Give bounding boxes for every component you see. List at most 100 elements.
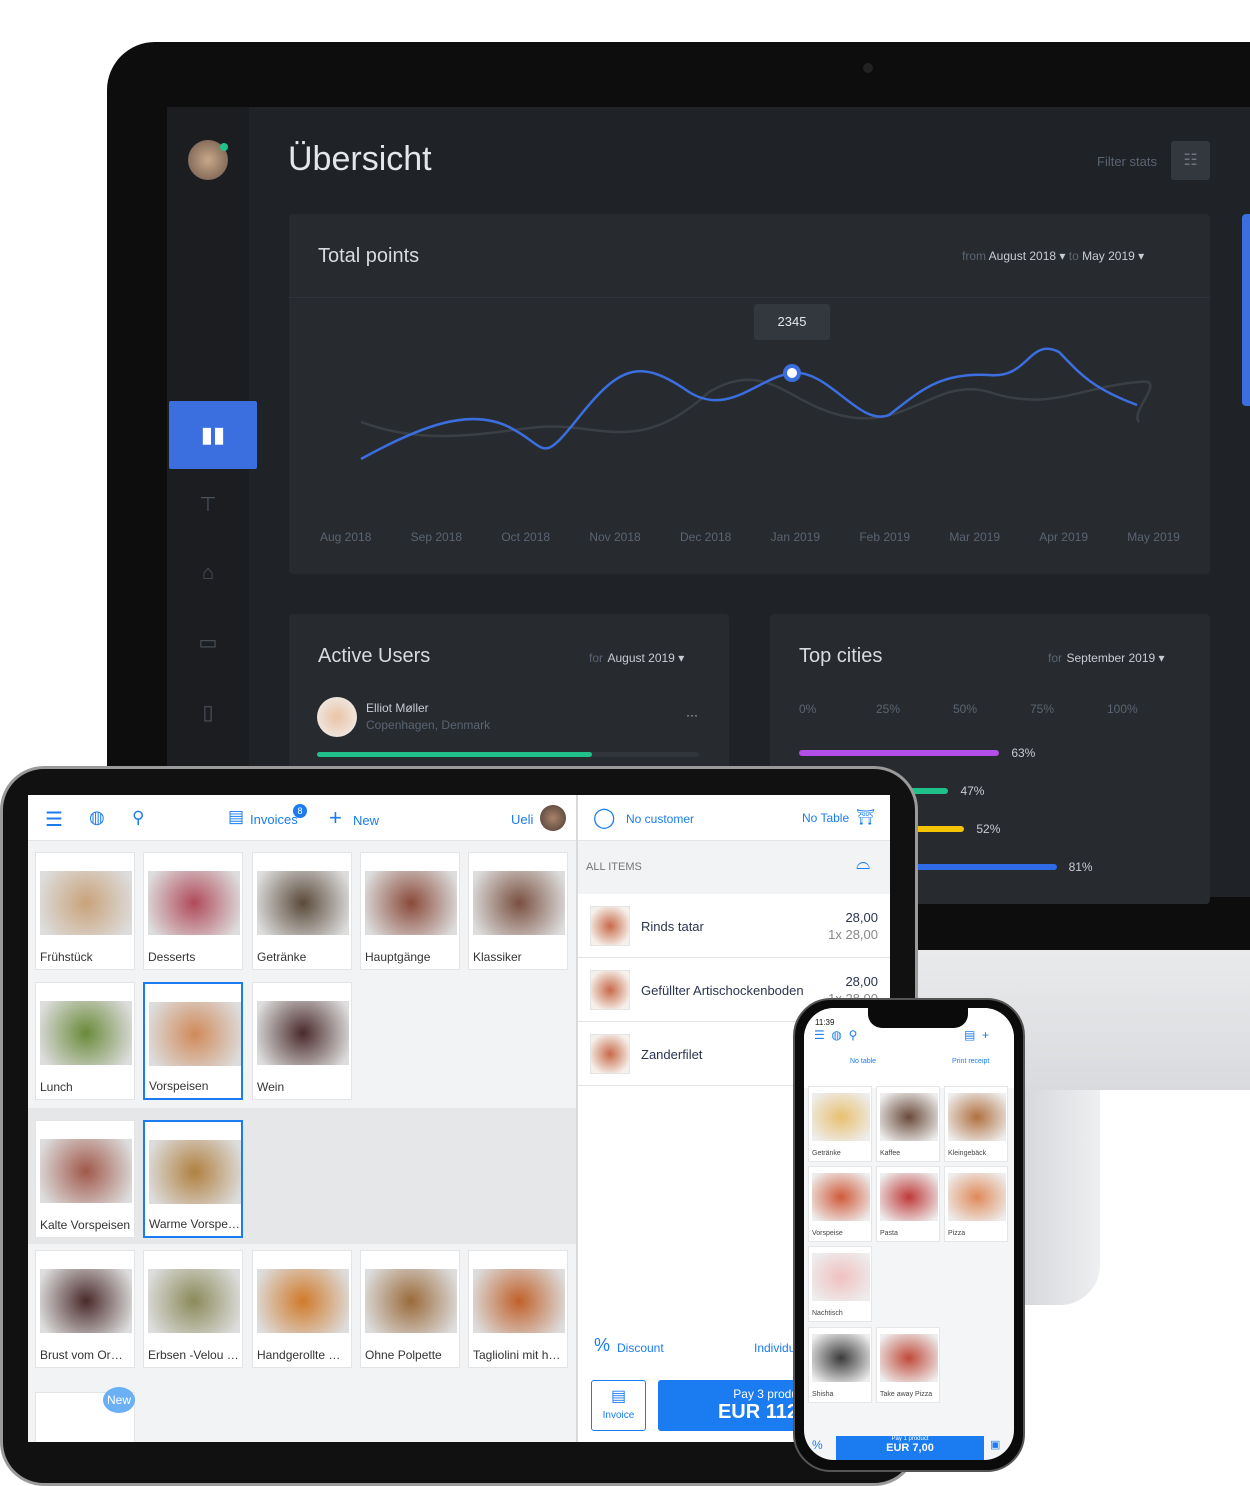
invoices-button[interactable]: Invoices bbox=[250, 812, 298, 827]
nav-signpost-icon[interactable]: ⊤ bbox=[167, 492, 249, 517]
category-tile[interactable]: Handgerollte Or… bbox=[252, 1250, 352, 1368]
category-image bbox=[473, 871, 565, 935]
period-value[interactable]: September 2019 bbox=[1066, 651, 1155, 665]
category-image bbox=[473, 1269, 565, 1333]
invoice-button[interactable]: ▤ Invoice bbox=[591, 1380, 646, 1431]
category-label: Ohne Polpette bbox=[365, 1348, 442, 1362]
category-tile[interactable]: Vorspeisen bbox=[143, 982, 243, 1100]
drawer-icon[interactable]: ▣ bbox=[990, 1438, 1000, 1451]
category-tile[interactable]: Klassiker bbox=[468, 852, 568, 970]
category-label: Pasta bbox=[880, 1230, 898, 1237]
city-axis-tick: 50% bbox=[953, 702, 978, 716]
for-label: for bbox=[1048, 651, 1063, 665]
category-tile[interactable]: Kaffee bbox=[876, 1086, 940, 1162]
customer-icon[interactable]: ◯ bbox=[593, 805, 615, 830]
pay-button[interactable]: Pay 1 product EUR 7,00 bbox=[836, 1436, 984, 1460]
plus-icon[interactable]: + bbox=[329, 805, 342, 831]
category-tile[interactable]: Getränke bbox=[808, 1086, 872, 1162]
category-tile[interactable]: Nachtisch bbox=[808, 1246, 872, 1322]
new-button[interactable]: New bbox=[353, 813, 379, 828]
x-tick-label: Sep 2018 bbox=[410, 530, 463, 544]
category-tile[interactable]: Lunch bbox=[35, 982, 135, 1100]
series-primary-line bbox=[360, 347, 1138, 461]
category-label: Erbsen -Velou t… bbox=[148, 1348, 240, 1362]
date-range-filter[interactable]: from August 2018 ▾ to May 2019 ▾ bbox=[962, 249, 1144, 263]
receipt-icon: ▤ bbox=[610, 1388, 627, 1405]
discount-button[interactable]: Discount bbox=[617, 1341, 664, 1355]
no-customer-button[interactable]: No customer bbox=[626, 812, 694, 826]
nav-document-icon[interactable]: ▯ bbox=[167, 700, 249, 725]
category-tile[interactable]: Kalte Vorspeisen bbox=[35, 1120, 135, 1238]
to-value[interactable]: May 2019 bbox=[1082, 249, 1135, 263]
category-tile[interactable]: Getränke bbox=[252, 852, 352, 970]
category-image bbox=[40, 1139, 132, 1203]
search-icon[interactable]: ⚲ bbox=[132, 808, 144, 828]
more-icon[interactable]: ··· bbox=[686, 708, 698, 722]
status-time: 11:39 bbox=[815, 1018, 835, 1027]
category-image bbox=[257, 1269, 349, 1333]
no-table-button[interactable]: No Table bbox=[802, 811, 849, 825]
item-total: 28,00 bbox=[845, 910, 878, 925]
user-location: Copenhagen, Denmark bbox=[366, 718, 491, 732]
barcode-icon[interactable]: ◍ bbox=[89, 807, 105, 828]
nav-basket-icon[interactable]: ⌂ bbox=[167, 562, 249, 585]
user-avatar[interactable] bbox=[540, 805, 566, 831]
item-quantity: 1x 28,00 bbox=[828, 927, 878, 942]
iphone-screen: 11:39 ☰ ◍ ⚲ ▤ + No table Print receipt G… bbox=[804, 1008, 1014, 1460]
invoices-badge: 8 bbox=[293, 804, 307, 818]
filter-icon[interactable]: ☷ bbox=[1171, 141, 1210, 180]
user-name: Elliot Møller bbox=[366, 701, 429, 715]
category-tile[interactable]: Pizza bbox=[944, 1166, 1008, 1242]
top-cities-period[interactable]: for September 2019 ▾ bbox=[1048, 649, 1165, 667]
category-tile[interactable]: Tagliolini mit ha… bbox=[468, 1250, 568, 1368]
receipt-icon[interactable]: ▤ bbox=[228, 807, 244, 827]
category-tile[interactable]: Desserts bbox=[143, 852, 243, 970]
category-tile[interactable]: Take away Pizza bbox=[876, 1327, 940, 1403]
category-label: Vorspeise bbox=[812, 1230, 843, 1237]
category-image bbox=[812, 1093, 870, 1141]
scroll-indicator[interactable] bbox=[1242, 214, 1250, 406]
active-users-period[interactable]: for August 2019 ▾ bbox=[589, 649, 684, 667]
category-label: Nachtisch bbox=[812, 1310, 843, 1317]
cloche-icon[interactable]: ⌓ bbox=[856, 853, 870, 874]
receipt-plus-icons[interactable]: ▤ + bbox=[964, 1028, 989, 1042]
category-tile[interactable]: Warme Vorspei… bbox=[143, 1120, 243, 1238]
category-tile[interactable]: Ohne Polpette bbox=[360, 1250, 460, 1368]
user-progress-fill bbox=[317, 752, 593, 757]
pay-amount: EUR 112 bbox=[717, 1401, 798, 1423]
category-tile[interactable]: Wein bbox=[252, 982, 352, 1100]
category-tile[interactable]: Pasta bbox=[876, 1166, 940, 1242]
order-row[interactable]: Rinds tatar 28,00 1x 28,00 bbox=[578, 894, 890, 958]
individual-button[interactable]: Individu bbox=[754, 1341, 795, 1355]
x-tick-label: Mar 2019 bbox=[949, 530, 1001, 544]
x-axis-labels: Aug 2018 Sep 2018 Oct 2018 Nov 2018 Dec 2018… bbox=[320, 530, 1180, 544]
category-image bbox=[148, 871, 240, 935]
discount-icon[interactable]: % bbox=[812, 1438, 823, 1452]
table-icon: ⛩ bbox=[856, 809, 876, 826]
x-tick-label: May 2019 bbox=[1127, 530, 1180, 544]
category-tile[interactable]: Kleingebäck bbox=[944, 1086, 1008, 1162]
category-tile[interactable]: Erbsen -Velou t… bbox=[143, 1250, 243, 1368]
chevron-down-icon: ▾ bbox=[1155, 651, 1165, 665]
period-value[interactable]: August 2019 bbox=[607, 651, 674, 665]
menu-icon[interactable]: ☰ ◍ ⚲ bbox=[814, 1028, 857, 1042]
x-tick-label: Aug 2018 bbox=[320, 530, 372, 544]
category-tile[interactable]: Hauptgänge bbox=[360, 852, 460, 970]
percent-icon: % bbox=[594, 1335, 611, 1355]
nav-chat-icon[interactable]: ▭ bbox=[167, 630, 249, 655]
category-tile[interactable]: Shisha bbox=[808, 1327, 872, 1403]
category-label: Frühstück bbox=[40, 950, 93, 964]
x-tick-label: Nov 2018 bbox=[589, 530, 641, 544]
print-receipt-button[interactable]: Print receipt bbox=[952, 1058, 989, 1065]
category-tile[interactable]: Frühstück bbox=[35, 852, 135, 970]
nav-stats-icon[interactable]: ▮▮ bbox=[169, 401, 257, 469]
category-label: Kalte Vorspeisen bbox=[40, 1218, 131, 1232]
no-table-button[interactable]: No table bbox=[850, 1058, 876, 1065]
category-tile[interactable]: Vorspeise bbox=[808, 1166, 872, 1242]
user-name[interactable]: Ueli bbox=[511, 812, 533, 827]
menu-icon[interactable]: ☰ bbox=[45, 807, 63, 832]
from-value[interactable]: August 2018 bbox=[989, 249, 1056, 263]
category-image bbox=[812, 1253, 870, 1301]
category-tile[interactable]: Brust vom Orm… bbox=[35, 1250, 135, 1368]
category-label: Shisha bbox=[812, 1391, 834, 1398]
